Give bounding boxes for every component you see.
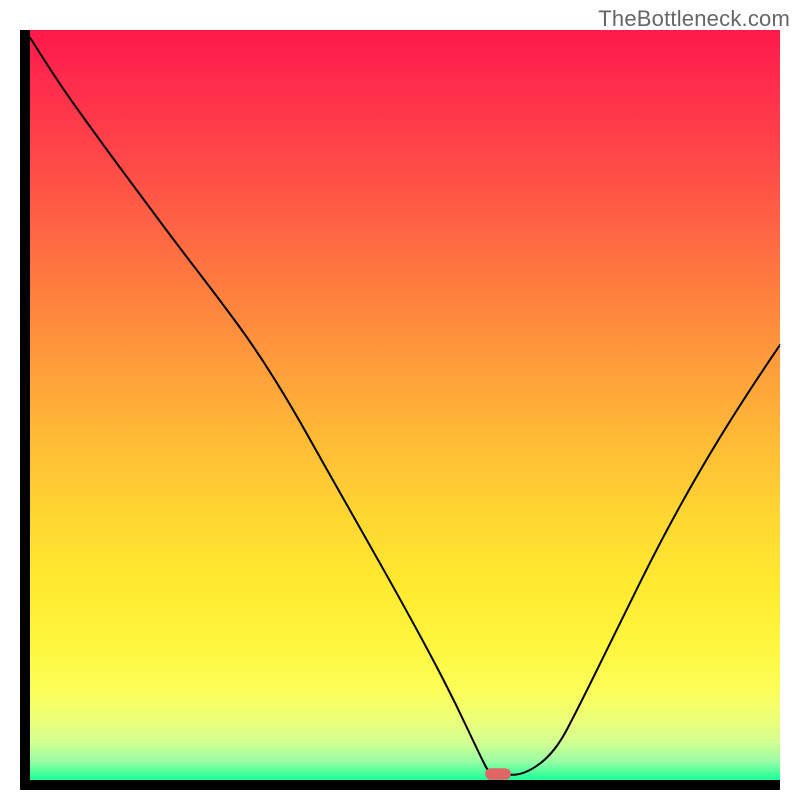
watermark-text: TheBottleneck.com — [598, 6, 790, 32]
bottleneck-chart — [0, 0, 800, 800]
optimal-marker — [486, 769, 511, 780]
plot-background — [30, 30, 780, 780]
